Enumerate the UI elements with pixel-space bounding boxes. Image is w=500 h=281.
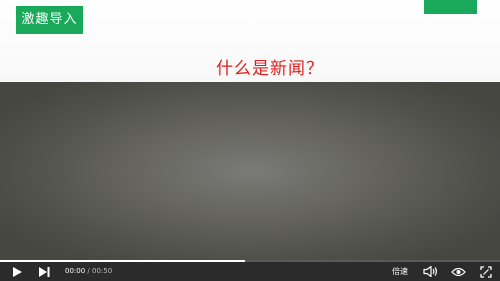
slide-heading: 什么是新闻？	[216, 59, 324, 79]
play-icon	[12, 266, 22, 277]
section-tag: 激趣导入	[16, 6, 83, 34]
next-icon	[38, 266, 50, 277]
volume-button[interactable]	[422, 262, 438, 281]
video-control-bar: 00:00 / 00:50 倍速	[0, 260, 500, 281]
fullscreen-button[interactable]	[478, 262, 494, 281]
speed-button[interactable]: 倍速	[392, 262, 408, 281]
time-display: 00:00 / 00:50	[65, 262, 112, 281]
view-button[interactable]	[450, 262, 466, 281]
current-time: 00:00	[65, 267, 86, 275]
eye-icon	[450, 267, 466, 277]
duration: 00:50	[92, 267, 113, 275]
play-button[interactable]	[10, 262, 24, 281]
corner-decoration	[424, 0, 477, 14]
video-viewport[interactable]	[0, 82, 500, 260]
fullscreen-icon	[480, 265, 492, 278]
slide-header-area: 激趣导入 什么是新闻？	[0, 0, 500, 82]
next-button[interactable]	[37, 262, 51, 281]
volume-icon	[422, 266, 438, 277]
time-separator: /	[87, 267, 90, 275]
